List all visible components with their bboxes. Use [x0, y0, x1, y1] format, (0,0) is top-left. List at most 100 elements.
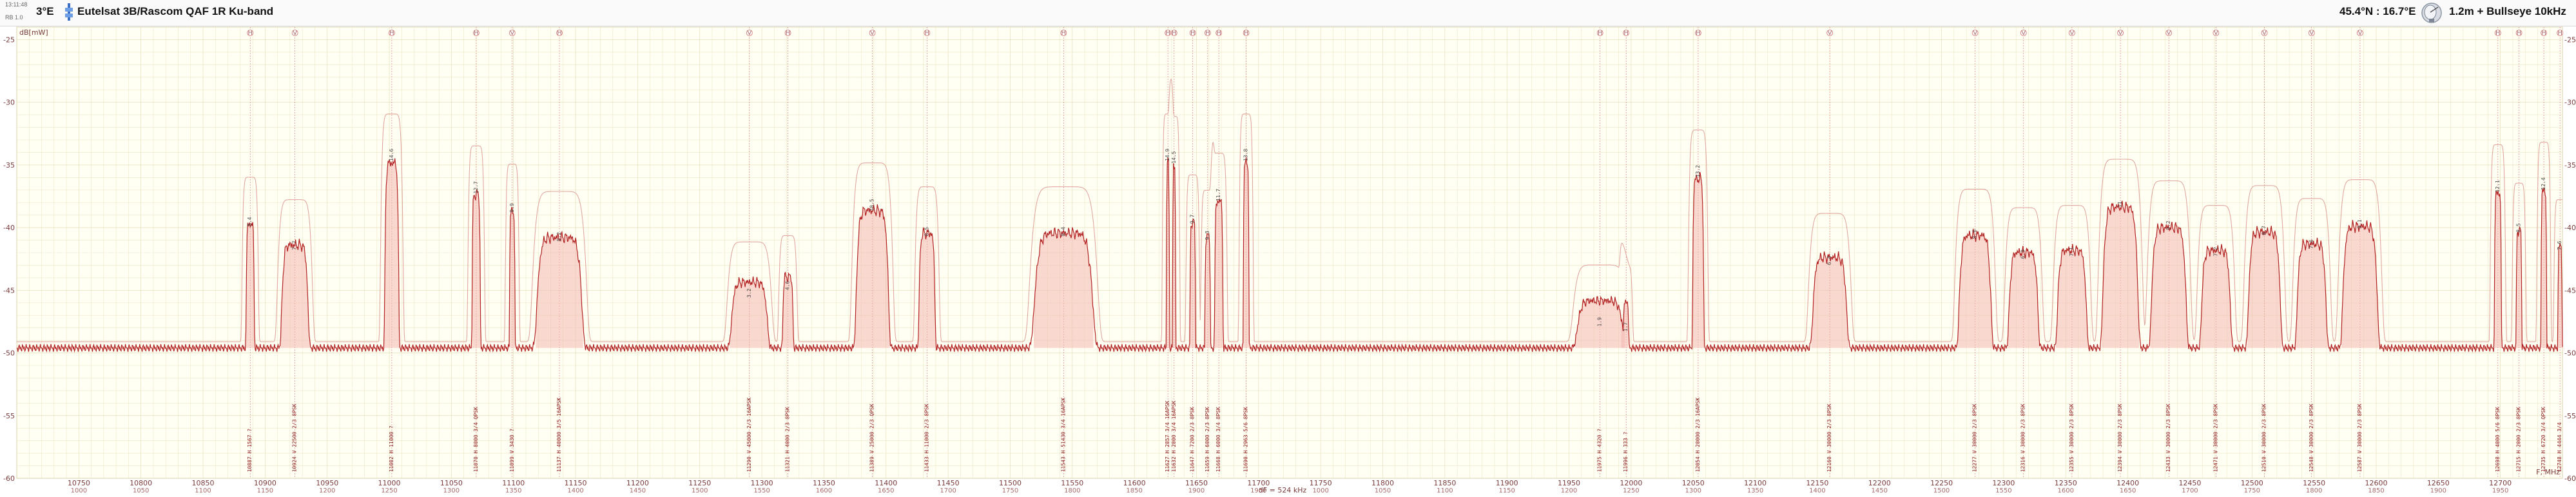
if-tick: 1550 [753, 487, 770, 494]
snr-label: 8.5 [924, 227, 929, 237]
x-tick: 12150 [1806, 479, 1828, 487]
channel-label: 12316 V 30000 2/3 8PSK [2020, 404, 2026, 472]
y-tick-left: -55 [3, 412, 15, 420]
channel-fill [855, 204, 890, 348]
marker-pol: V [2309, 30, 2314, 37]
snr-label: 6.4 [1826, 256, 1832, 266]
x-tick: 10950 [316, 479, 338, 487]
snr-label: 9.7 [1190, 214, 1196, 224]
x-tick: 12200 [1868, 479, 1891, 487]
snr-label: 1.9 [1597, 317, 1603, 327]
y-tick-left: -35 [3, 161, 15, 170]
x-tick: 11400 [875, 479, 897, 487]
x-tick: 11150 [565, 479, 587, 487]
marker-pol: H [389, 30, 394, 37]
span-label: dF = 524 kHz [1259, 486, 1307, 494]
x-tick: 12350 [2055, 479, 2077, 487]
channel-label: 12587 V 30000 2/3 8PSK [2357, 404, 2363, 472]
snr-label: 10.5 [869, 199, 875, 211]
y-tick-right: -40 [2564, 224, 2576, 232]
channel-fill [2102, 200, 2139, 348]
x-tick: 11850 [1433, 479, 1456, 487]
if-tick: 1100 [1437, 487, 1453, 494]
y-tick-right: -50 [2564, 349, 2576, 358]
marker-pol: V [2069, 30, 2074, 37]
snr-label: 6.9 [2020, 249, 2026, 259]
if-tick: 1050 [133, 487, 149, 494]
marker-pol: H [2517, 30, 2522, 37]
channel-label: 11070 H 8000 3/4 QPSK [473, 407, 479, 472]
snr-label: 9.9 [509, 203, 515, 213]
marker-pol: V [2262, 30, 2267, 37]
channel-label: 11690 H 2963 5/6 8PSK [1243, 407, 1249, 472]
marker-pol: V [2358, 30, 2363, 37]
x-tick: 11950 [1558, 479, 1580, 487]
snr-label: 14.6 [389, 148, 394, 161]
x-tick: 11000 [378, 479, 401, 487]
marker-pol: V [2167, 30, 2171, 37]
snr-label: 11.7 [1215, 189, 1221, 201]
x-tick: 11050 [440, 479, 463, 487]
if-tick: 1850 [2368, 487, 2384, 494]
x-tick: 11750 [1310, 479, 1332, 487]
channel-label: 11996 H 333 ? [1623, 431, 1629, 472]
if-tick: 1200 [319, 487, 335, 494]
if-tick: 1150 [1498, 487, 1515, 494]
channel-label: 12735 H 6720 3/4 QPSK [2541, 407, 2546, 472]
x-tick: 11300 [751, 479, 773, 487]
marker-pol: V [293, 30, 297, 37]
if-tick: 1250 [381, 487, 397, 494]
channel-label: 11668 H 6000 3/4 8PSK [1215, 407, 1221, 472]
if-tick: 1950 [2492, 487, 2508, 494]
channel-label: 12394 V 30000 2/3 8PSK [2117, 404, 2123, 472]
channel-label: 11099 V 3430 ? [509, 429, 515, 473]
marker-pol: V [870, 30, 875, 37]
marker-pol: H [247, 30, 253, 37]
y-tick-left: -25 [3, 35, 15, 44]
marker-pol: V [2214, 30, 2218, 37]
snr-label: 11 [2117, 201, 2123, 208]
snr-label: 9.2 [2165, 220, 2171, 230]
x-tick: 12450 [2178, 479, 2201, 487]
channel-label: 12748 H 4444 3/4 [2557, 422, 2562, 472]
if-tick: 1400 [1809, 487, 1825, 494]
x-tick: 12050 [1682, 479, 1705, 487]
snr-label: 14.5 [1171, 151, 1177, 163]
if-tick: 1300 [1685, 487, 1701, 494]
snr-label: 3.2 [746, 288, 752, 298]
snr-label: 12.1 [2495, 180, 2501, 192]
y-tick-left: -60 [3, 474, 15, 483]
if-tick: 1650 [878, 487, 894, 494]
marker-pol: V [2021, 30, 2026, 37]
x-tick: 11500 [999, 479, 1022, 487]
if-tick: 1050 [1375, 487, 1391, 494]
y-tick-right: -35 [2564, 161, 2576, 170]
channel-label: 11632 H 2000 3/4 16APSK [1171, 400, 1177, 472]
channel-fill [536, 231, 583, 348]
if-tick: 1500 [1933, 487, 1950, 494]
x-tick: 11100 [502, 479, 525, 487]
snr-label: 1.7 [1623, 322, 1629, 332]
channel-label: 11002 H 11000 ? [389, 425, 394, 472]
y-tick-left: -50 [3, 349, 15, 358]
marker-pol: V [2118, 30, 2123, 37]
marker-pol: V [510, 30, 514, 37]
if-tick: 1250 [1623, 487, 1639, 494]
snr-label: 8.2 [556, 232, 562, 242]
channel-label: 12510 V 30000 2/3 8PSK [2261, 404, 2267, 472]
marker-pol: H [474, 30, 479, 37]
x-tick: 11600 [1123, 479, 1146, 487]
snr-label: 8.7 [2261, 226, 2267, 235]
snr-label: 8.5 [2516, 223, 2522, 233]
snr-label: 8.4 [247, 217, 253, 226]
x-tick: 12600 [2365, 479, 2387, 487]
channel-label: 11137 H 40000 3/5 16APSK [556, 398, 562, 473]
x-tick: 12700 [2489, 479, 2512, 487]
channel-label: 11433 H 11000 2/3 8PSK [924, 404, 929, 472]
channel-label: 12433 V 30000 2/3 8PSK [2165, 404, 2171, 472]
if-tick: 1350 [505, 487, 521, 494]
channel-label: 12471 V 30000 2/3 8PSK [2213, 404, 2218, 472]
x-tick: 11450 [937, 479, 960, 487]
x-tick: 12400 [2116, 479, 2139, 487]
snr-label: 8.6 [1972, 229, 1978, 239]
